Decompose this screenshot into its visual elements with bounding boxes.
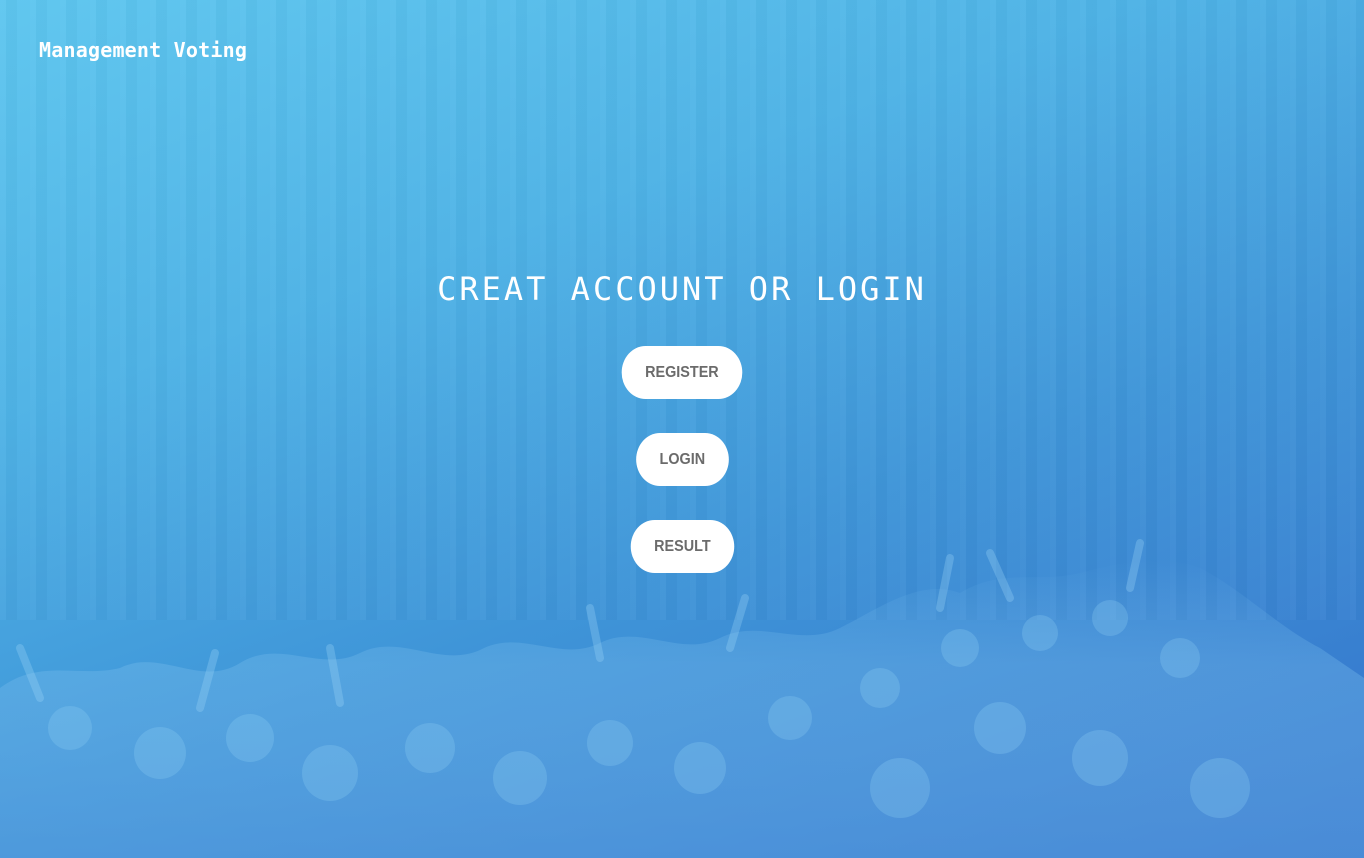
login-button[interactable]: LOGIN xyxy=(635,433,729,486)
auth-panel: CREAT ACCOUNT OR LOGIN REGISTER LOGIN RE… xyxy=(0,270,1364,607)
register-button[interactable]: REGISTER xyxy=(621,346,743,399)
brand-title[interactable]: Management Voting xyxy=(39,38,247,62)
page-title: CREAT ACCOUNT OR LOGIN xyxy=(437,270,927,308)
result-button[interactable]: RESULT xyxy=(630,520,734,573)
